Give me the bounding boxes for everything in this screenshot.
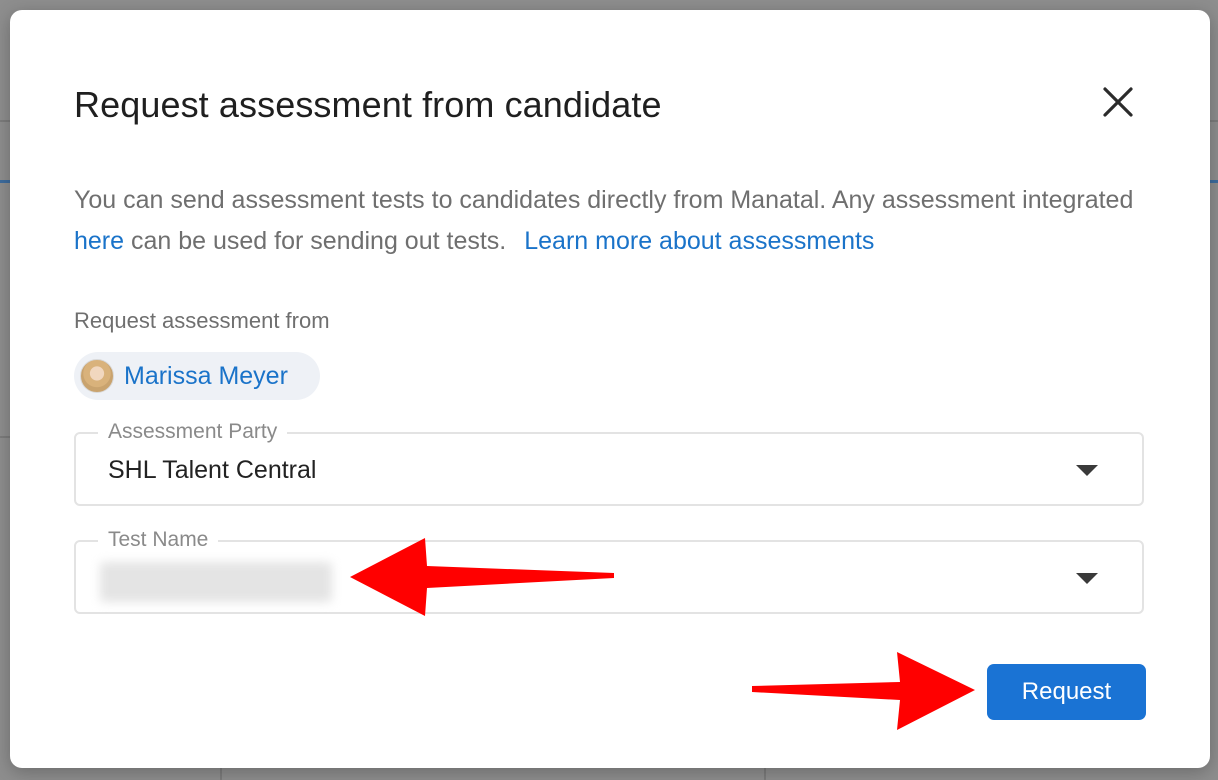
request-button[interactable]: Request: [987, 664, 1146, 720]
request-assessment-dialog: Request assessment from candidate You ca…: [10, 10, 1210, 768]
request-from-label: Request assessment from: [74, 308, 330, 333]
description-text-1: You can send assessment tests to candida…: [74, 186, 1134, 214]
close-button[interactable]: [1098, 82, 1138, 122]
assessment-party-select[interactable]: Assessment Party SHL Talent Central: [74, 420, 1144, 506]
learn-more-link[interactable]: Learn more about assessments: [524, 227, 874, 255]
close-icon: [1103, 87, 1133, 117]
assessment-party-value: SHL Talent Central: [108, 456, 317, 484]
dialog-description: You can send assessment tests to candida…: [74, 180, 1154, 262]
candidate-chip[interactable]: Marissa Meyer: [74, 352, 320, 400]
candidate-name: Marissa Meyer: [124, 361, 288, 390]
test-name-select[interactable]: Test Name: [74, 528, 1144, 614]
caret-down-icon: [1076, 573, 1098, 584]
test-name-label: Test Name: [98, 528, 219, 552]
caret-down-icon: [1076, 465, 1098, 476]
avatar: [80, 359, 114, 393]
assessment-party-label: Assessment Party: [98, 420, 288, 444]
description-text-2: can be used for sending out tests.: [124, 227, 507, 255]
test-name-blurred-value: [100, 562, 332, 602]
here-link[interactable]: here: [74, 227, 124, 255]
dialog-title: Request assessment from candidate: [74, 84, 662, 125]
